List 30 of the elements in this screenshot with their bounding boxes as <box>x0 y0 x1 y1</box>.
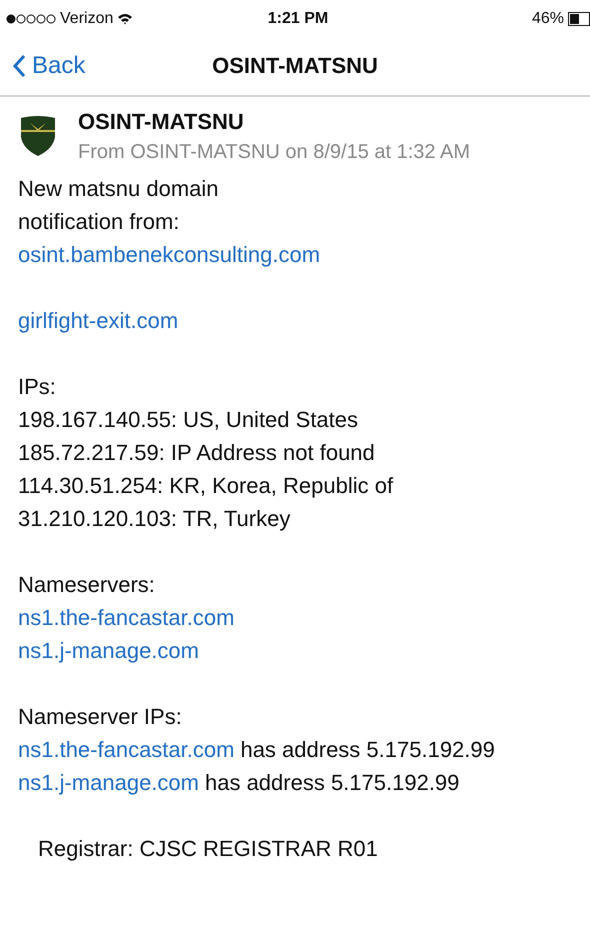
body-text: Registrar: CJSC REGISTRAR R01 <box>38 836 378 862</box>
message-meta: From OSINT-MATSNU on 8/9/15 at 1:32 AM <box>78 141 470 164</box>
body-text: Nameserver IPs: <box>18 704 182 730</box>
nav-title: OSINT-MATSNU <box>212 53 378 79</box>
chevron-left-icon <box>12 54 26 78</box>
body-text: IPs: <box>18 374 56 400</box>
body-text: 31.210.120.103: TR, Turkey <box>18 506 290 532</box>
link[interactable]: ns1.j-manage.com <box>18 638 199 664</box>
back-button[interactable]: Back <box>0 52 86 80</box>
link[interactable]: ns1.the-fancastar.com <box>18 604 234 630</box>
carrier-name: Verizon <box>60 10 114 28</box>
link[interactable]: girlfight-exit.com <box>18 308 178 334</box>
body-text: notification from: <box>18 208 180 234</box>
body-text: 185.72.217.59: IP Address not found <box>18 440 375 466</box>
signal-icon <box>6 14 56 24</box>
link[interactable]: ns1.j-manage.com <box>18 770 199 796</box>
shield-icon <box>20 115 56 157</box>
link[interactable]: osint.bambenekconsulting.com <box>18 242 320 268</box>
body-text: Nameservers: <box>18 572 155 598</box>
battery-percent: 46% <box>532 10 564 28</box>
body-text: 198.167.140.55: US, United States <box>18 406 358 432</box>
body-text: New matsnu domain <box>18 176 219 202</box>
wifi-icon <box>117 12 134 24</box>
body-text: 114.30.51.254: KR, Korea, Republic of <box>18 472 394 498</box>
body-text: has address 5.175.192.99 <box>240 736 495 762</box>
battery-icon <box>568 12 590 26</box>
link[interactable]: ns1.the-fancastar.com <box>18 736 234 762</box>
body-text: has address 5.175.192.99 <box>204 770 460 796</box>
clock-time: 1:21 PM <box>268 10 328 28</box>
sender-name: OSINT-MATSNU <box>78 109 245 135</box>
